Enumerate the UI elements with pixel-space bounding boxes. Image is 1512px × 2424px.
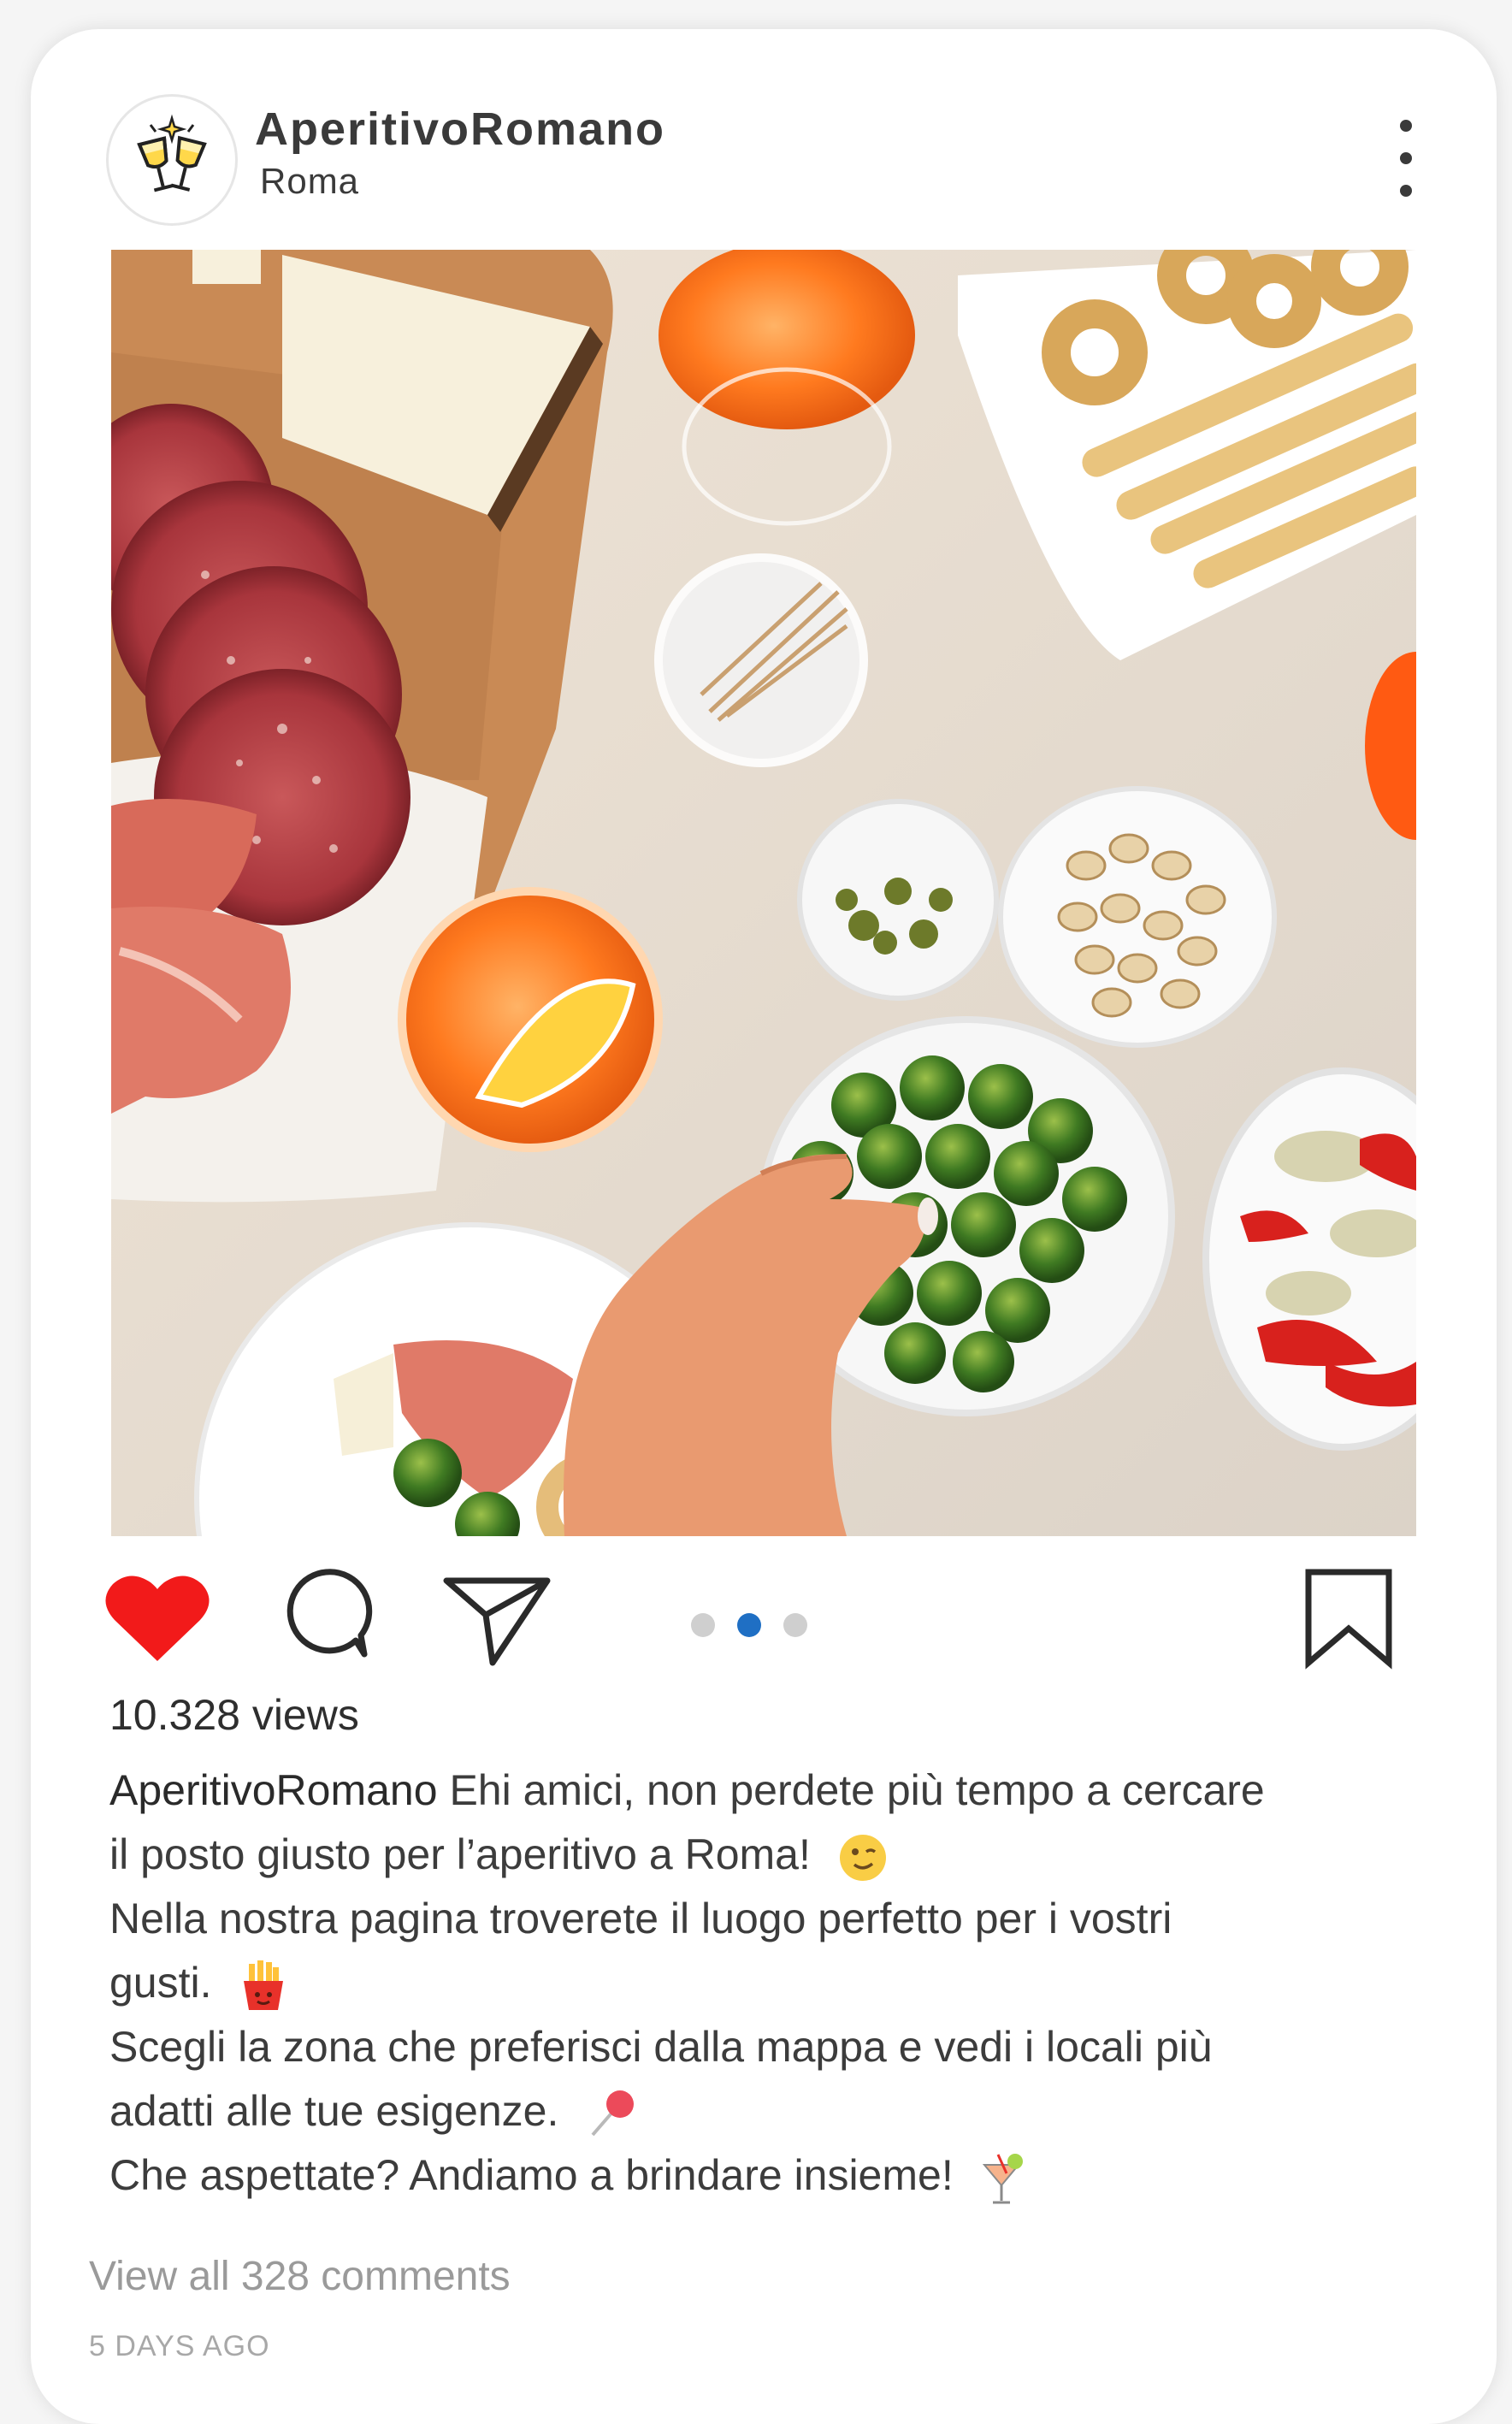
carousel-dot-1[interactable] bbox=[691, 1613, 715, 1637]
like-button[interactable] bbox=[104, 1572, 210, 1666]
caption-username[interactable]: AperitivoRomano bbox=[109, 1766, 438, 1814]
post-location[interactable]: Roma bbox=[260, 161, 359, 202]
caption-line-1: Ehi amici, non perdete più tempo a cerca… bbox=[449, 1766, 1265, 1814]
cocktail-icon bbox=[982, 2153, 1023, 2204]
caption-line-5: Scegli la zona che preferisci dalla mapp… bbox=[109, 2023, 1213, 2071]
carousel-dot-2[interactable] bbox=[737, 1613, 761, 1637]
share-button[interactable] bbox=[441, 1572, 552, 1668]
toasting-glasses-icon bbox=[137, 114, 207, 192]
more-options-button[interactable] bbox=[1389, 120, 1423, 197]
post-username[interactable]: AperitivoRomano bbox=[255, 103, 665, 156]
post-photo[interactable] bbox=[111, 250, 1416, 1536]
caption-line-7: Che aspettate? Andiamo a brindare insiem… bbox=[109, 2151, 954, 2199]
post-caption: AperitivoRomano Ehi amici, non perdete p… bbox=[109, 1759, 1461, 2208]
carousel-indicator bbox=[691, 1613, 807, 1637]
paper-plane-icon bbox=[443, 1577, 551, 1666]
winking-face-icon bbox=[839, 1834, 886, 1881]
carousel-dot-3[interactable] bbox=[783, 1613, 807, 1637]
view-all-comments-link[interactable]: View all 328 comments bbox=[89, 2253, 511, 2300]
profile-avatar[interactable] bbox=[106, 94, 238, 226]
caption-line-2: il posto giusto per l’aperitivo a Roma! bbox=[109, 1830, 811, 1878]
caption-line-3: Nella nostra pagina troverete il luogo p… bbox=[109, 1895, 1172, 1942]
caption-line-6: adatti alle tue esigenze. bbox=[109, 2087, 559, 2135]
views-count: 10.328 views bbox=[109, 1691, 359, 1739]
map-pin-icon bbox=[591, 2090, 635, 2137]
more-vertical-icon bbox=[1400, 120, 1412, 132]
comment-button[interactable] bbox=[279, 1565, 373, 1663]
bookmark-icon bbox=[1305, 1569, 1392, 1670]
heart-icon bbox=[105, 1576, 210, 1661]
caption-line-4: gusti. bbox=[109, 1959, 212, 2007]
save-button[interactable] bbox=[1303, 1567, 1394, 1670]
comment-bubble-icon bbox=[286, 1569, 373, 1658]
post-timestamp: 5 DAYS AGO bbox=[89, 2330, 270, 2362]
french-fries-icon bbox=[244, 1960, 284, 2010]
